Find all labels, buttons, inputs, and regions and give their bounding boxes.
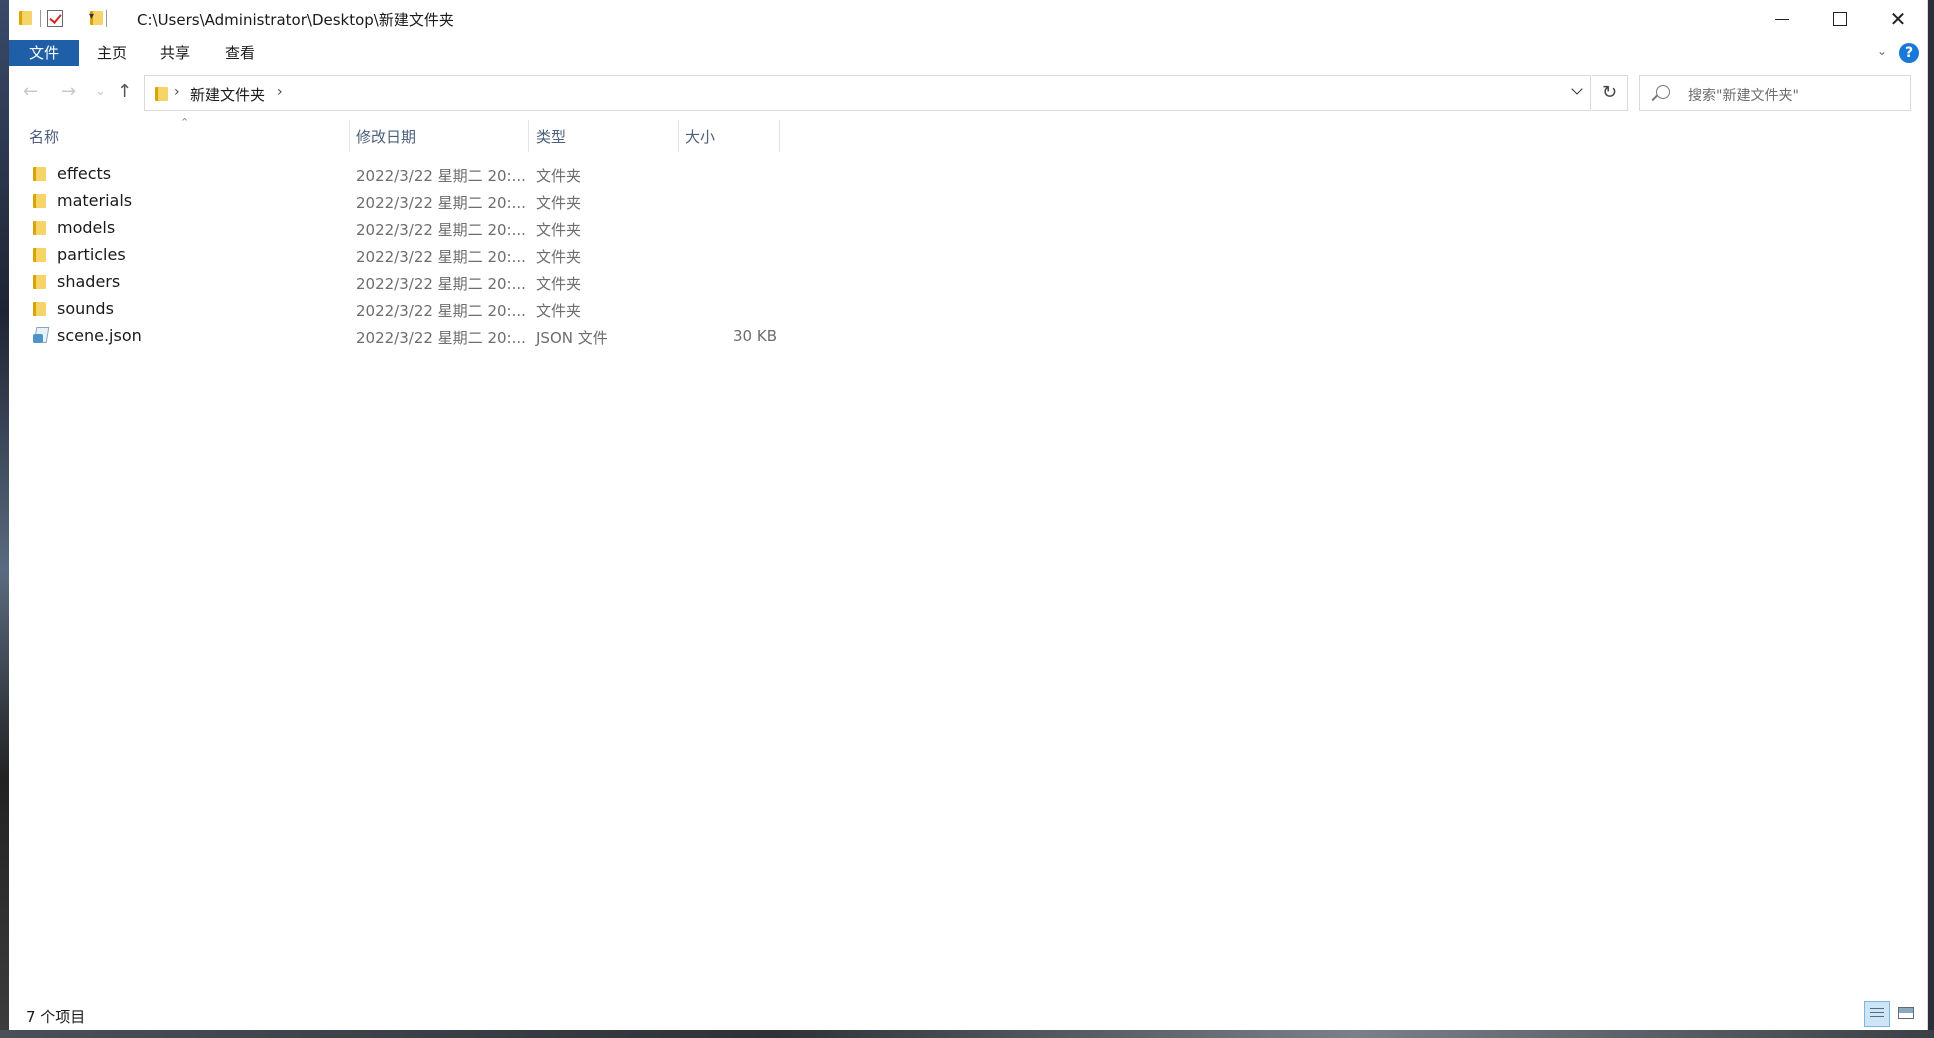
column-divider[interactable] xyxy=(779,120,780,152)
file-type: JSON 文件 xyxy=(536,329,608,347)
breadcrumb-chevron-icon[interactable]: › xyxy=(277,84,283,100)
navigation-bar: ← → ⌄ ↑ › 新建文件夹 › ↻ 搜索"新建文件夹" xyxy=(9,68,1927,118)
list-item[interactable]: shaders 2022/3/22 星期二 20:... 文件夹 xyxy=(9,269,1927,296)
minimize-icon xyxy=(1775,18,1789,20)
ribbon-tabs: 文件 主页 共享 查看 ⌄ ? xyxy=(9,38,1927,69)
list-item[interactable]: models 2022/3/22 星期二 20:... 文件夹 xyxy=(9,215,1927,242)
taskbar-strip xyxy=(0,1030,1934,1038)
close-button[interactable]: ✕ xyxy=(1869,0,1927,38)
tab-home[interactable]: 主页 xyxy=(87,40,137,66)
file-name: materials xyxy=(57,191,133,210)
file-name: shaders xyxy=(57,272,121,291)
status-bar: 7 个项目 xyxy=(9,1000,1927,1030)
file-date: 2022/3/22 星期二 20:... xyxy=(356,302,526,320)
help-icon[interactable]: ? xyxy=(1899,43,1919,63)
expand-ribbon-icon[interactable]: ⌄ xyxy=(1877,44,1887,58)
file-name: effects xyxy=(57,164,112,183)
tab-file[interactable]: 文件 xyxy=(9,40,79,66)
title-bar[interactable]: ▾ C:\Users\Administrator\Desktop\新建文件夹 ✕ xyxy=(9,0,1927,38)
back-button[interactable]: ← xyxy=(23,82,38,102)
search-placeholder: 搜索"新建文件夹" xyxy=(1688,88,1799,104)
breadcrumb-chevron-icon[interactable]: › xyxy=(174,84,180,100)
maximize-icon xyxy=(1833,12,1847,26)
properties-icon[interactable] xyxy=(47,10,63,27)
file-type: 文件夹 xyxy=(536,194,582,212)
tab-share[interactable]: 共享 xyxy=(150,40,200,66)
explorer-window: ▾ C:\Users\Administrator\Desktop\新建文件夹 ✕… xyxy=(9,0,1928,1030)
folder-icon xyxy=(33,219,47,235)
file-date: 2022/3/22 星期二 20:... xyxy=(356,194,526,212)
folder-icon xyxy=(155,85,169,101)
up-button[interactable]: ↑ xyxy=(117,82,132,102)
quick-access-separator xyxy=(40,10,41,27)
folder-icon xyxy=(33,273,47,289)
folder-icon xyxy=(33,165,47,181)
folder-icon xyxy=(19,9,33,25)
folder-icon xyxy=(33,192,47,208)
sort-ascending-icon: ⌃ xyxy=(180,116,190,129)
large-icons-view-icon[interactable] xyxy=(1894,1001,1920,1027)
file-date: 2022/3/22 星期二 20:... xyxy=(356,329,526,347)
window-title: C:\Users\Administrator\Desktop\新建文件夹 xyxy=(137,11,454,29)
close-icon: ✕ xyxy=(1889,7,1907,31)
file-date: 2022/3/22 星期二 20:... xyxy=(356,248,526,266)
folder-icon xyxy=(33,300,47,316)
file-type: 文件夹 xyxy=(536,221,582,239)
desktop-background-strip xyxy=(0,0,9,1038)
column-header-date[interactable]: 修改日期 xyxy=(356,126,416,147)
refresh-button[interactable]: ↻ xyxy=(1592,75,1628,111)
file-type: 文件夹 xyxy=(536,248,582,266)
file-name: particles xyxy=(57,245,126,264)
file-type: 文件夹 xyxy=(536,302,582,320)
column-divider[interactable] xyxy=(528,120,529,152)
file-date: 2022/3/22 星期二 20:... xyxy=(356,167,526,185)
column-divider[interactable] xyxy=(678,120,679,152)
column-header-type[interactable]: 类型 xyxy=(536,126,566,147)
minimize-button[interactable] xyxy=(1753,0,1811,38)
column-header-name[interactable]: 名称 xyxy=(29,126,59,147)
item-count: 7 个项目 xyxy=(26,1008,86,1026)
file-name: sounds xyxy=(57,299,114,318)
file-name: scene.json xyxy=(57,326,142,345)
address-history-dropdown-icon[interactable] xyxy=(1572,85,1582,95)
maximize-button[interactable] xyxy=(1811,0,1869,38)
recent-locations-button[interactable]: ⌄ xyxy=(95,82,106,102)
search-box[interactable]: 搜索"新建文件夹" xyxy=(1639,75,1911,111)
file-size: 30 KB xyxy=(733,327,777,345)
file-type: 文件夹 xyxy=(536,275,582,293)
list-item[interactable]: effects 2022/3/22 星期二 20:... 文件夹 xyxy=(9,161,1927,188)
column-divider[interactable] xyxy=(349,120,350,152)
tab-view[interactable]: 查看 xyxy=(215,40,265,66)
file-name: models xyxy=(57,218,116,237)
forward-button[interactable]: → xyxy=(61,82,76,102)
file-list: effects 2022/3/22 星期二 20:... 文件夹 materia… xyxy=(9,161,1927,350)
list-item[interactable]: sounds 2022/3/22 星期二 20:... 文件夹 xyxy=(9,296,1927,323)
file-type: 文件夹 xyxy=(536,167,582,185)
details-view-icon[interactable] xyxy=(1864,1001,1890,1027)
list-item[interactable]: materials 2022/3/22 星期二 20:... 文件夹 xyxy=(9,188,1927,215)
quick-access-separator xyxy=(106,10,107,27)
address-bar[interactable]: › 新建文件夹 › xyxy=(144,75,1591,111)
search-icon xyxy=(1656,85,1670,99)
file-date: 2022/3/22 星期二 20:... xyxy=(356,221,526,239)
list-item[interactable]: particles 2022/3/22 星期二 20:... 文件夹 xyxy=(9,242,1927,269)
column-headers: ⌃ 名称 修改日期 类型 大小 xyxy=(9,116,1927,154)
folder-icon xyxy=(33,246,47,262)
file-date: 2022/3/22 星期二 20:... xyxy=(356,275,526,293)
breadcrumb-item[interactable]: 新建文件夹 xyxy=(190,84,265,105)
list-item[interactable]: scene.json 2022/3/22 星期二 20:... JSON 文件 … xyxy=(9,323,1927,350)
column-header-size[interactable]: 大小 xyxy=(685,126,715,147)
customize-quick-access-icon[interactable]: ▾ xyxy=(89,11,94,22)
json-file-icon xyxy=(33,327,49,344)
